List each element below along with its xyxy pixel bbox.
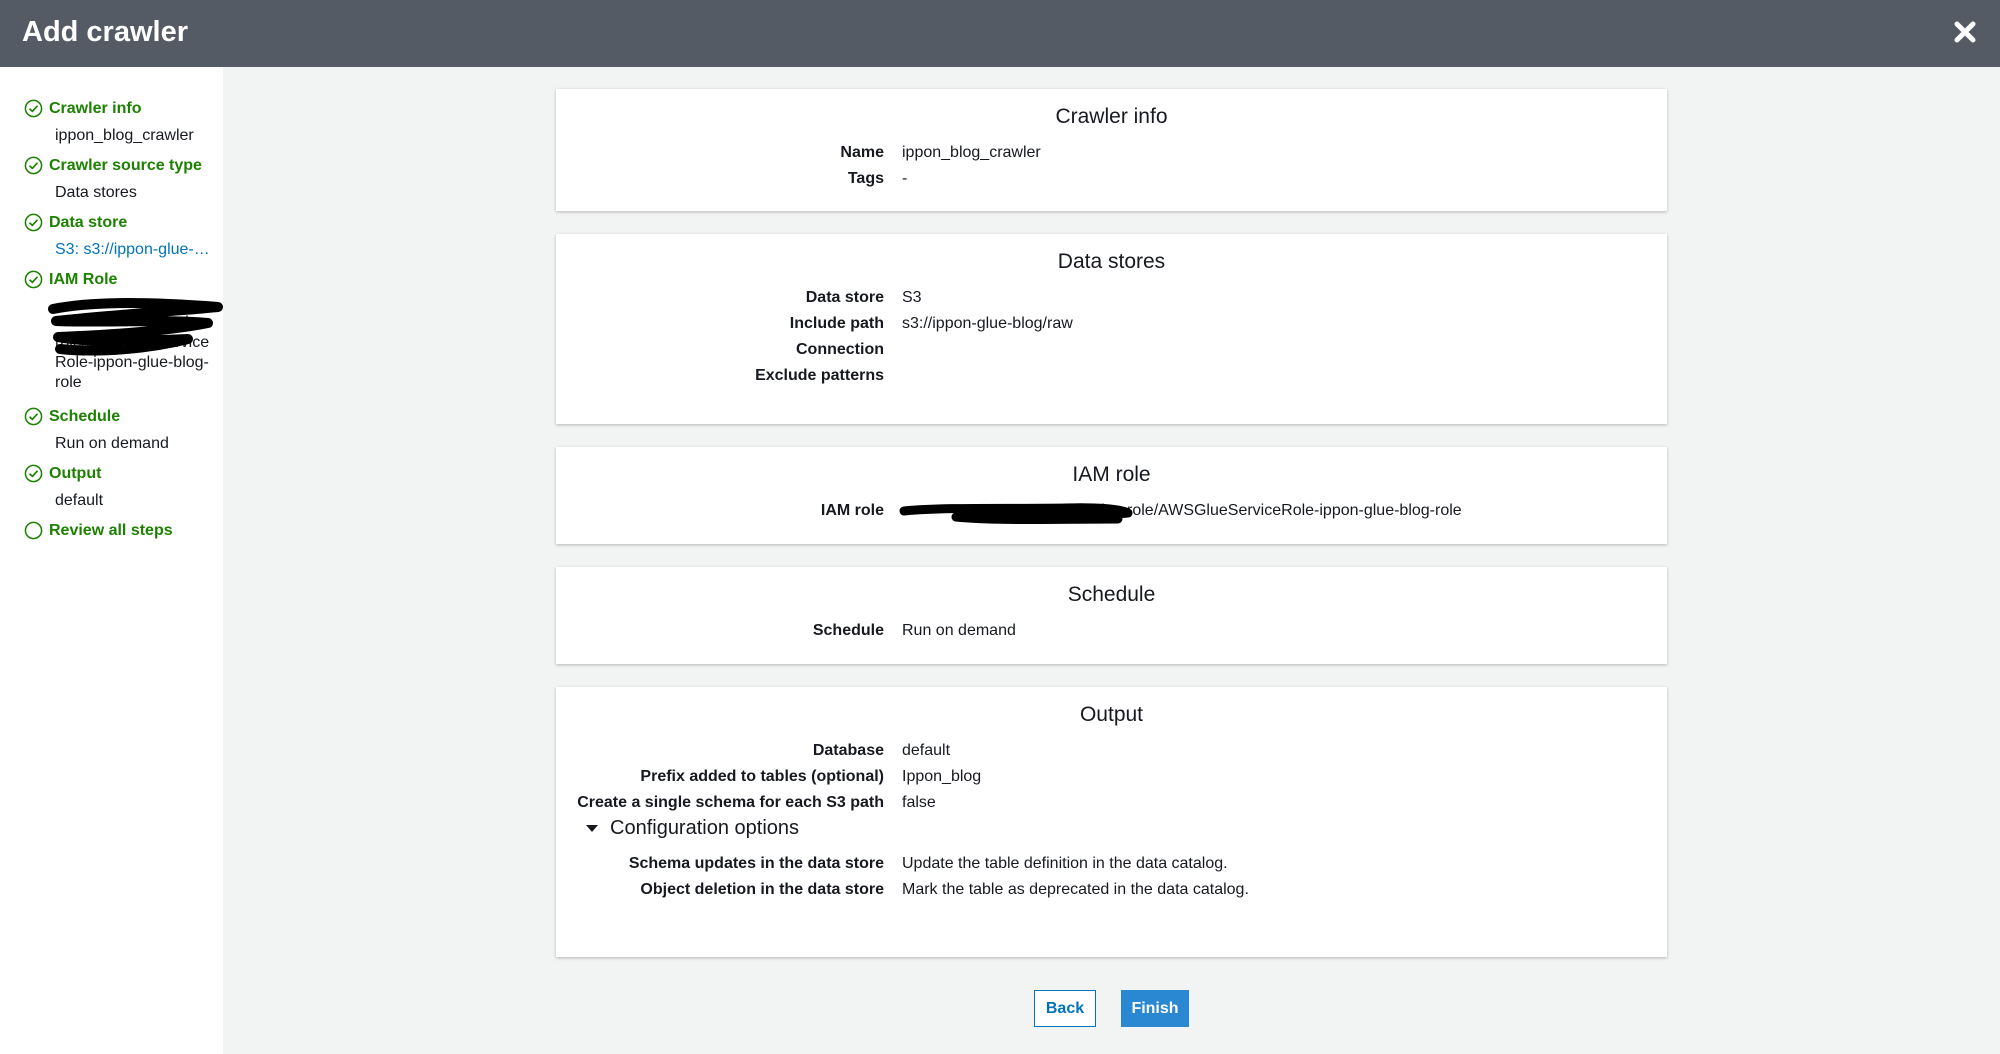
detail-value: ippon_blog_crawler — [902, 144, 1041, 161]
detail-value: S3 — [902, 289, 922, 306]
sidebar-step-output[interactable]: Output default — [24, 464, 103, 511]
close-icon[interactable] — [1948, 12, 1982, 52]
check-circle-icon — [24, 270, 43, 289]
step-detail: Data stores — [55, 184, 137, 201]
detail-key: Create a single schema for each S3 path — [577, 794, 884, 811]
detail-row: Name ippon_blog_crawler — [556, 144, 1667, 170]
detail-row: Object deletion in the data store Mark t… — [556, 881, 1667, 907]
sidebar-step-data-store[interactable]: Data store S3: s3://ippon-glue-… — [24, 213, 215, 260]
schedule-card: Schedule Schedule Run on demand — [556, 567, 1667, 664]
configuration-options-label: Configuration options — [610, 817, 800, 839]
check-circle-icon — [24, 464, 43, 483]
detail-key: Schedule — [812, 622, 884, 639]
detail-row: Include path s3://ippon-glue-blog/raw — [556, 315, 1667, 341]
step-detail: default — [55, 492, 104, 509]
empty-circle-icon — [24, 521, 43, 540]
iam-role-card: IAM role IAM role service-role/AWSGlueSe… — [556, 447, 1667, 544]
detail-value: s3://ippon-glue-blog/raw — [902, 315, 1073, 332]
step-detail: Run on demand — [55, 435, 169, 452]
detail-key: Object deletion in the data store — [640, 881, 884, 898]
detail-value: Mark the table as deprecated in the data… — [902, 881, 1249, 898]
detail-key: Database — [812, 742, 884, 759]
output-card: Output Database default Prefix added to … — [556, 687, 1667, 957]
check-circle-icon — [24, 156, 43, 175]
detail-row: Exclude patterns — [556, 367, 1667, 393]
crawler-info-card: Crawler info Name ippon_blog_crawler Tag… — [556, 89, 1667, 211]
detail-value: - — [902, 170, 908, 187]
redaction-scribble — [48, 298, 223, 356]
detail-row: Schema updates in the data store Update … — [556, 855, 1667, 881]
check-circle-icon — [24, 99, 43, 118]
detail-row: Tags - — [556, 170, 1667, 196]
step-label: Review all steps — [49, 521, 173, 539]
detail-row: Connection — [556, 341, 1667, 367]
back-button[interactable]: Back — [1034, 990, 1096, 1027]
step-label: Crawler info — [49, 99, 142, 117]
step-label: Crawler source type — [49, 156, 202, 174]
detail-key: Include path — [789, 315, 884, 332]
detail-key: Connection — [796, 341, 884, 358]
sidebar-step-review[interactable]: Review all steps — [24, 521, 173, 540]
step-label: IAM Role — [49, 270, 118, 288]
section-title: Crawler info — [1055, 105, 1168, 128]
detail-row: Data store S3 — [556, 289, 1667, 315]
detail-value: default — [902, 742, 951, 759]
check-circle-icon — [24, 213, 43, 232]
redaction-scribble — [899, 503, 1133, 524]
detail-value: false — [902, 794, 936, 811]
section-title: IAM role — [1072, 463, 1151, 486]
wizard-steps-sidebar: Crawler info ippon_blog_crawler Crawler … — [0, 67, 223, 1054]
step-label: Output — [49, 464, 102, 482]
detail-row: Schedule Run on demand — [556, 622, 1667, 648]
configuration-options-toggle[interactable]: Configuration options — [586, 817, 799, 840]
finish-button[interactable]: Finish — [1121, 990, 1189, 1027]
sidebar-step-crawler-info[interactable]: Crawler info ippon_blog_crawler — [24, 99, 194, 146]
step-detail: ippon_blog_crawler — [55, 127, 194, 144]
dialog-header: Add crawler — [0, 0, 2000, 67]
check-circle-icon — [24, 407, 43, 426]
detail-key: Tags — [847, 170, 884, 187]
detail-row: Database default — [556, 742, 1667, 768]
detail-key: Schema updates in the data store — [628, 855, 884, 872]
data-stores-card: Data stores Data store S3 Include path s… — [556, 234, 1667, 424]
section-title: Output — [1079, 703, 1144, 726]
sidebar-step-schedule[interactable]: Schedule Run on demand — [24, 407, 169, 454]
detail-row: Prefix added to tables (optional) Ippon_… — [556, 768, 1667, 794]
step-detail-link[interactable]: S3: s3://ippon-glue-… — [55, 240, 215, 260]
detail-value: Update the table definition in the data … — [902, 855, 1228, 872]
detail-key: Name — [840, 144, 884, 161]
detail-key: Exclude patterns — [755, 367, 884, 384]
detail-key: Prefix added to tables (optional) — [640, 768, 884, 785]
section-title: Schedule — [1067, 583, 1156, 606]
detail-value: Ippon_blog — [902, 768, 982, 785]
section-title: Data stores — [1057, 250, 1166, 273]
step-label: Data store — [49, 213, 128, 231]
detail-key: IAM role — [820, 502, 884, 519]
detail-value: Run on demand — [902, 622, 1016, 639]
dialog-title: Add crawler — [22, 16, 188, 48]
detail-key: Data store — [805, 289, 884, 306]
step-label: Schedule — [49, 407, 121, 425]
sidebar-step-crawler-source-type[interactable]: Crawler source type Data stores — [24, 156, 202, 203]
step-detail-line: role — [55, 374, 82, 391]
caret-down-icon — [586, 825, 598, 832]
